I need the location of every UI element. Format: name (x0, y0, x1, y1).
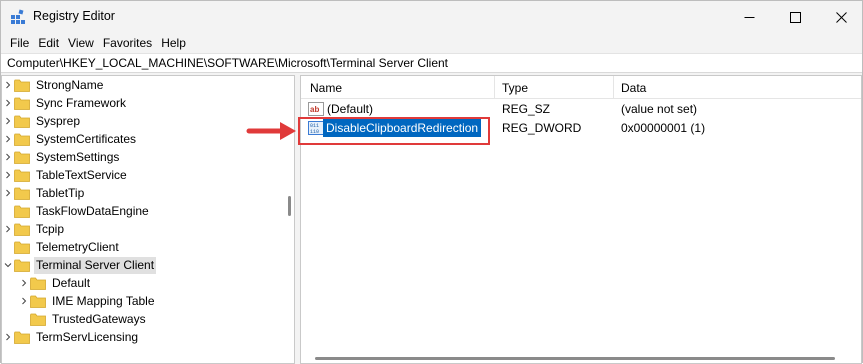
tree-item[interactable]: StrongName (2, 76, 105, 94)
tree-item-label: TrustedGateways (52, 311, 146, 326)
folder-icon (14, 169, 30, 182)
tree-item-label: Tcpip (36, 221, 65, 236)
red-arrow-icon (246, 122, 296, 140)
tree-item[interactable]: Sysprep (2, 112, 82, 130)
folder-icon (14, 97, 30, 110)
folder-icon (30, 277, 46, 290)
column-header-name[interactable]: Name (310, 81, 342, 95)
tree-item[interactable]: Tcpip (2, 220, 66, 238)
chevron-right-icon[interactable] (2, 112, 14, 130)
list-horizontal-scrollbar[interactable] (301, 353, 861, 363)
close-button[interactable] (818, 1, 863, 33)
tree-item-label: TermServLicensing (36, 329, 139, 344)
column-divider[interactable] (494, 76, 495, 98)
chevron-right-icon[interactable] (18, 274, 30, 292)
tree-item-label: TaskFlowDataEngine (36, 203, 149, 218)
folder-icon (14, 331, 30, 344)
tree-item[interactable]: TrustedGateways (18, 310, 148, 328)
tree-item[interactable]: Default (18, 274, 92, 292)
folder-icon (30, 295, 46, 308)
chevron-right-icon[interactable] (2, 148, 14, 166)
tree-item[interactable]: TabletTip (2, 184, 86, 202)
chevron-right-icon[interactable] (2, 76, 14, 94)
tree-item[interactable]: IME Mapping Table (18, 292, 157, 310)
folder-icon (14, 79, 30, 92)
chevron-right-icon[interactable] (18, 292, 30, 310)
value-name: (Default) (327, 102, 374, 116)
close-icon (835, 11, 847, 23)
minimize-button[interactable] (726, 1, 772, 33)
list-header: Name Type Data (301, 76, 861, 99)
tree-item[interactable]: TermServLicensing (2, 328, 140, 346)
menu-bar: File Edit View Favorites Help (1, 33, 862, 53)
tree-item-label: TabletTip (36, 185, 85, 200)
value-data: 0x00000001 (1) (621, 121, 706, 135)
tree-item-label: Default (52, 275, 91, 290)
chevron-right-icon[interactable] (2, 94, 14, 112)
tree-scrollbar-thumb[interactable] (288, 196, 291, 216)
window-title: Registry Editor (33, 9, 115, 23)
tree-item-label: IME Mapping Table (52, 293, 155, 308)
value-type: REG_DWORD (502, 121, 582, 135)
registry-editor-window: Registry Editor File Edit View Favorites… (0, 0, 863, 364)
column-header-type[interactable]: Type (502, 81, 528, 95)
maximize-icon (789, 11, 801, 23)
chevron-right-icon[interactable] (2, 130, 14, 148)
tree-item[interactable]: Terminal Server Client (2, 256, 157, 274)
column-divider[interactable] (613, 76, 614, 98)
tree-item[interactable]: SystemSettings (2, 148, 121, 166)
tree-item[interactable]: TaskFlowDataEngine (2, 202, 151, 220)
tree-item-label: Terminal Server Client (34, 256, 157, 274)
chevron-down-icon[interactable] (2, 256, 14, 274)
folder-icon (14, 241, 30, 254)
value-type: REG_SZ (502, 102, 551, 116)
tree-item-label: SystemSettings (36, 149, 120, 164)
folder-icon (14, 115, 30, 128)
folder-icon (14, 259, 30, 272)
folder-icon (14, 205, 30, 218)
tree-item[interactable]: Sync Framework (2, 94, 128, 112)
address-bar[interactable]: Computer\HKEY_LOCAL_MACHINE\SOFTWARE\Mic… (1, 53, 862, 73)
chevron-right-icon[interactable] (2, 184, 14, 202)
menu-favorites[interactable]: Favorites (99, 34, 156, 52)
tree-item-label: TelemetryClient (36, 239, 119, 254)
svg-text:ab: ab (310, 105, 319, 114)
menu-edit[interactable]: Edit (34, 34, 63, 52)
menu-view[interactable]: View (64, 34, 98, 52)
tree-item-label: Sysprep (36, 113, 81, 128)
column-header-data[interactable]: Data (621, 81, 646, 95)
string-value-icon: ab (308, 102, 324, 116)
tree-item[interactable]: TelemetryClient (2, 238, 121, 256)
tree-item[interactable]: TableTextService (2, 166, 129, 184)
chevron-right-icon[interactable] (2, 328, 14, 346)
address-path: Computer\HKEY_LOCAL_MACHINE\SOFTWARE\Mic… (7, 56, 448, 70)
chevron-right-icon[interactable] (2, 166, 14, 184)
menu-help[interactable]: Help (157, 34, 190, 52)
folder-icon (14, 151, 30, 164)
folder-icon (14, 187, 30, 200)
folder-icon (30, 313, 46, 326)
value-data: (value not set) (621, 102, 698, 116)
menu-file[interactable]: File (6, 34, 33, 52)
tree-item[interactable]: SystemCertificates (2, 130, 138, 148)
maximize-button[interactable] (772, 1, 818, 33)
tree-item-label: SystemCertificates (36, 131, 137, 146)
registry-editor-app-icon (11, 9, 25, 24)
minimize-icon (744, 16, 754, 18)
highlight-box (298, 117, 490, 145)
folder-icon (14, 133, 30, 146)
folder-icon (14, 223, 30, 236)
tree-item-label: Sync Framework (36, 95, 127, 110)
list-scrollbar-thumb[interactable] (315, 357, 835, 360)
chevron-right-icon[interactable] (2, 220, 14, 238)
title-bar: Registry Editor (1, 1, 862, 33)
tree-item-label: TableTextService (36, 167, 127, 182)
key-tree-panel: TermServLicensing TrustedGateways IME Mapp… (1, 75, 295, 364)
tree-item-label: StrongName (36, 77, 104, 92)
